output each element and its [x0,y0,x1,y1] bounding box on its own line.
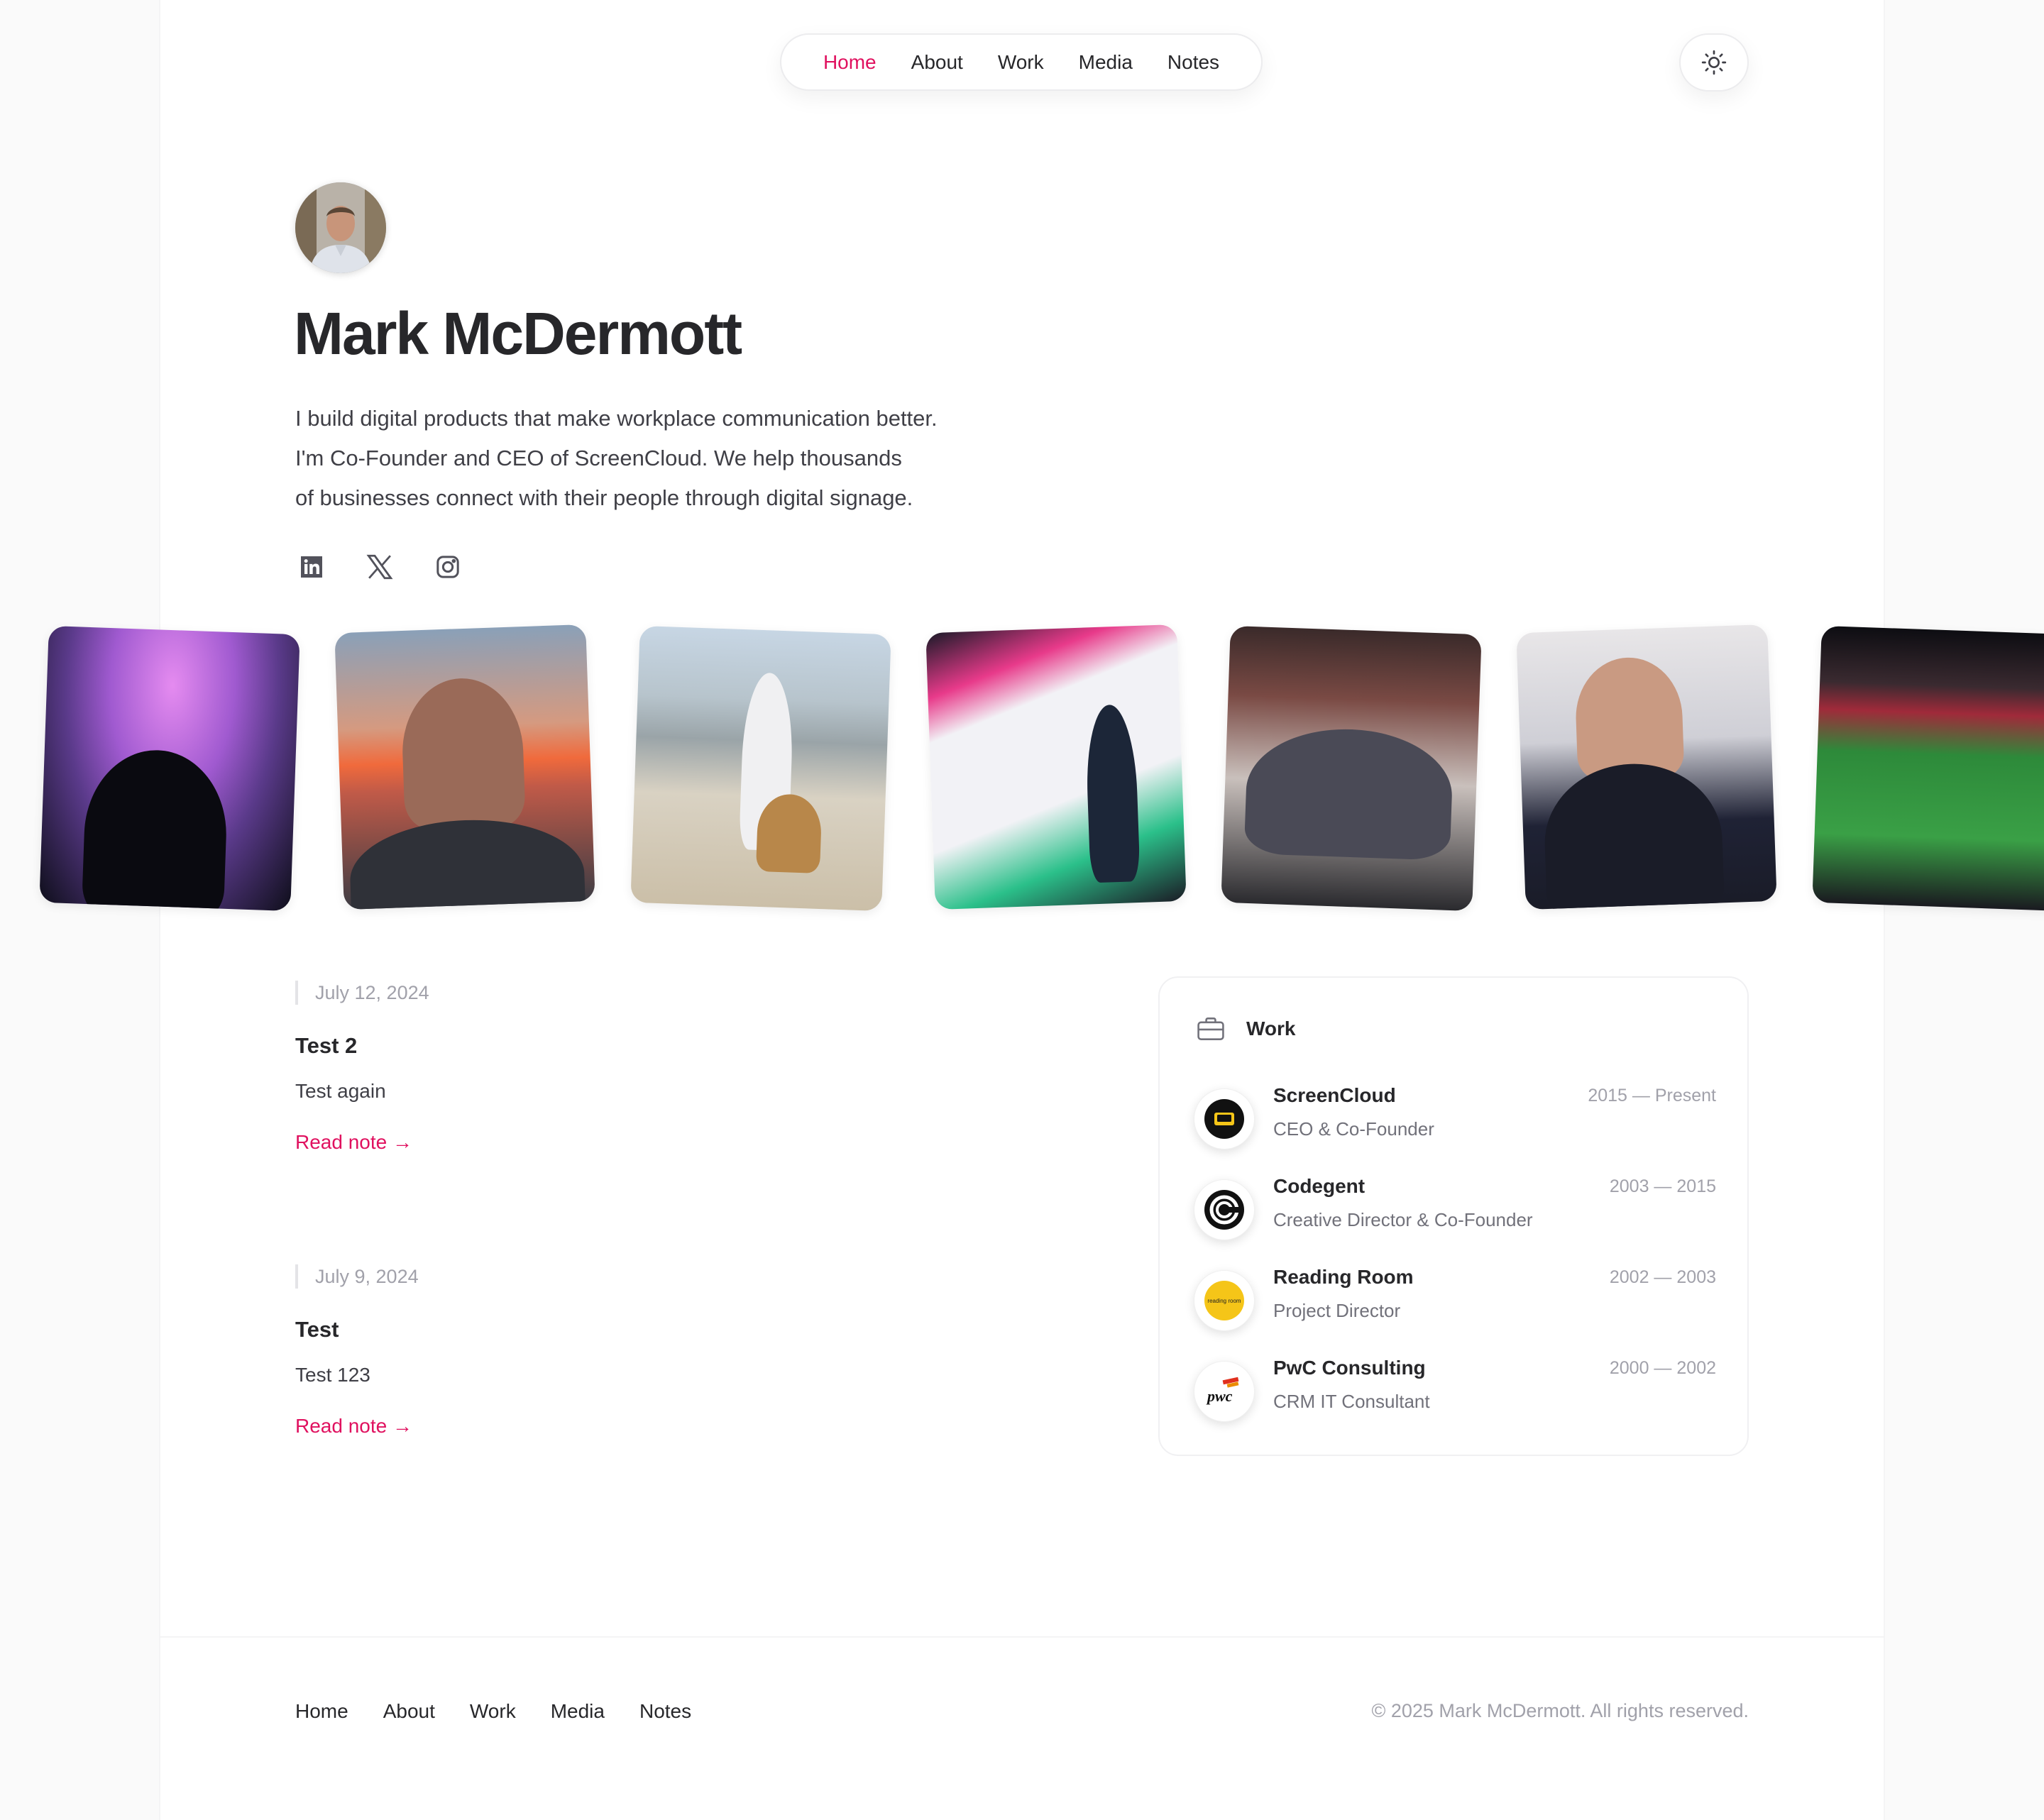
page-title: Mark McDermott [294,300,742,367]
pwc-logo-text: pwc [1207,1387,1233,1405]
job-dates: 2003 — 2015 [1609,1176,1716,1196]
note-description: Test again [295,1080,386,1102]
codegent-logo [1194,1179,1255,1240]
hero-bio: I build digital products that make workp… [295,399,1076,518]
job-item: ScreenCloud CEO & Co-Founder 2015 — Pres… [1194,1084,1716,1152]
job-role: CEO & Co-Founder [1273,1118,1434,1140]
job-item: reading room Reading Room Project Direct… [1194,1266,1716,1334]
job-company: PwC Consulting [1273,1357,1426,1379]
footer-nav-media[interactable]: Media [551,1700,605,1723]
note-item: July 12, 2024 Test 2 Test again Read not… [295,981,863,1154]
read-note-link[interactable]: Read note → [295,1131,412,1154]
nav-home[interactable]: Home [823,51,877,74]
briefcase-icon [1197,1017,1224,1040]
nav-notes[interactable]: Notes [1167,51,1219,74]
job-role: Project Director [1273,1300,1401,1321]
work-card: Work ScreenCloud CEO & Co-Founder 2015 —… [1158,976,1749,1456]
x-icon [366,554,393,580]
footer-divider [159,1636,1885,1638]
nav-media[interactable]: Media [1079,51,1133,74]
job-role: CRM IT Consultant [1273,1391,1430,1412]
note-date: July 9, 2024 [295,1264,863,1289]
footer-nav-notes[interactable]: Notes [639,1700,691,1723]
work-heading-label: Work [1246,1017,1296,1039]
ucl-talk-photo [925,624,1187,910]
note-title[interactable]: Test 2 [295,1033,863,1059]
reading-room-logo: reading room [1194,1270,1255,1331]
note-item: July 9, 2024 Test Test 123 Read note → [295,1264,863,1438]
job-item: pwc PwC Consulting CRM IT Consultant 200… [1194,1357,1716,1425]
note-description: Test 123 [295,1364,370,1386]
work-heading: Work [1195,1013,1296,1044]
bio-line: I build digital products that make workp… [295,406,938,431]
aurora-photo [39,625,300,912]
pwc-logo: pwc [1194,1361,1255,1422]
social-links [295,551,464,583]
laughing-photo [1516,624,1777,910]
read-note-link[interactable]: Read note → [295,1415,412,1438]
copyright-text: © 2025 Mark McDermott. All rights reserv… [1371,1700,1749,1721]
job-company: Codegent [1273,1175,1366,1197]
job-company: Reading Room [1273,1266,1414,1288]
job-dates: 2015 — Present [1588,1086,1716,1105]
sun-icon [1701,50,1727,75]
job-item: Codegent Creative Director & Co-Founder … [1194,1175,1716,1243]
note-title[interactable]: Test [295,1317,863,1342]
gym-group-photo [1221,625,1482,912]
nav-work[interactable]: Work [998,51,1044,74]
reading-room-logo-text: reading room [1207,1297,1241,1304]
bio-line: I'm Co-Founder and CEO of ScreenCloud. W… [295,446,902,470]
job-dates: 2002 — 2003 [1609,1267,1716,1287]
job-company: ScreenCloud [1273,1084,1396,1106]
footer-nav: Home About Work Media Notes [295,1700,691,1723]
job-dates: 2000 — 2002 [1609,1358,1716,1378]
page-container [159,0,1885,1820]
avatar [295,182,386,273]
footer-nav-home[interactable]: Home [295,1700,348,1723]
note-date: July 12, 2024 [295,981,863,1005]
footer-nav-about[interactable]: About [383,1700,435,1723]
instagram-link[interactable] [432,551,464,583]
beach-dog-photo [630,625,891,912]
instagram-icon [436,556,459,578]
top-nav: Home About Work Media Notes [780,33,1263,91]
stadium-photo [1812,625,2044,912]
linkedin-icon [301,556,322,578]
linkedin-link[interactable] [295,551,328,583]
x-link[interactable] [363,551,396,583]
bio-line: of businesses connect with their people … [295,485,913,510]
sunset-selfie-photo [334,624,595,910]
theme-toggle-button[interactable] [1679,33,1749,92]
nav-about[interactable]: About [911,51,963,74]
job-role: Creative Director & Co-Founder [1273,1209,1533,1230]
avatar-portrait [295,182,386,273]
screencloud-logo [1194,1088,1255,1149]
footer-nav-work[interactable]: Work [470,1700,516,1723]
